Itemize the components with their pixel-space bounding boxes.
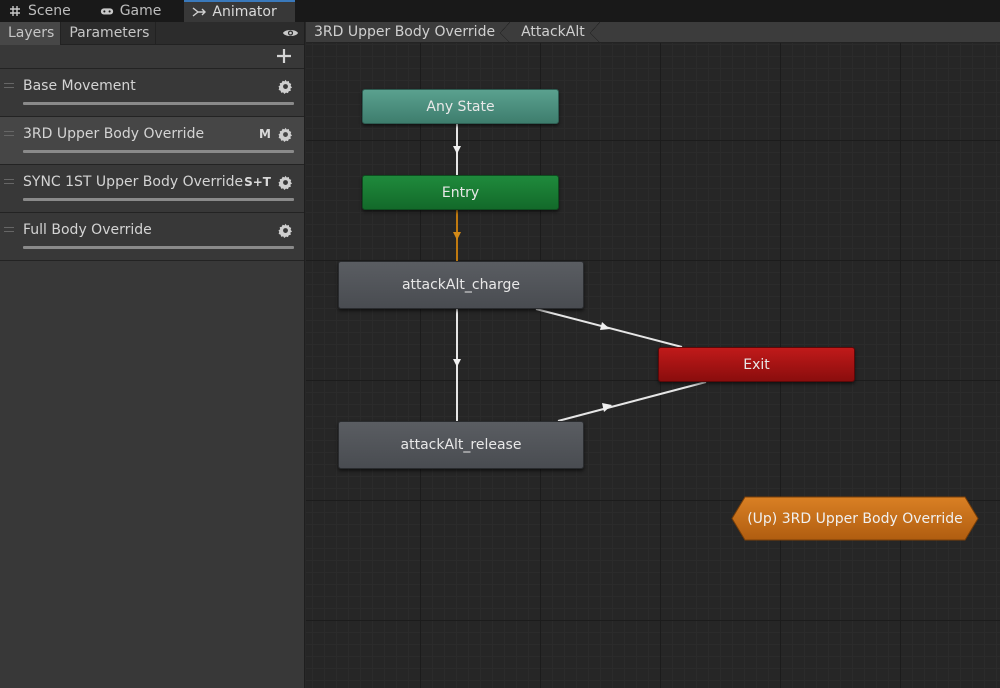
state-attackalt-release[interactable]: attackAlt_release	[338, 421, 584, 469]
state-entry[interactable]: Entry	[362, 175, 559, 210]
tab-game[interactable]: Game	[80, 0, 171, 22]
add-layer-icon[interactable]	[276, 48, 292, 64]
panel-tabs: Layers Parameters	[0, 21, 304, 45]
layer-base-movement[interactable]: Base Movement	[0, 69, 304, 117]
layer-weight-slider[interactable]	[23, 198, 294, 201]
default-transition-arrow-icon	[453, 232, 461, 240]
tab-parameters[interactable]: Parameters	[61, 21, 157, 45]
transition-arrow-icon	[600, 322, 610, 330]
state-machine-graph[interactable]: 3RD Upper Body Override AttackAlt Any St…	[306, 22, 1000, 688]
gamepad-icon	[100, 4, 114, 18]
mask-badge: M	[259, 127, 271, 141]
eye-icon[interactable]	[282, 26, 299, 40]
layer-full-body-override[interactable]: Full Body Override	[0, 213, 304, 261]
transition-charge-to-exit[interactable]	[535, 308, 683, 348]
layer-name: Base Movement	[23, 78, 136, 94]
drag-handle-icon[interactable]	[4, 179, 14, 184]
transition-arrow-icon	[453, 359, 461, 367]
animator-window: Scene Game Animator Layers Parameters Ba…	[0, 0, 1000, 688]
tab-animator-label: Animator	[212, 4, 277, 20]
layer-name: 3RD Upper Body Override	[23, 126, 205, 142]
state-exit[interactable]: Exit	[658, 347, 855, 382]
layer-weight-slider[interactable]	[23, 246, 294, 249]
tab-scene[interactable]: Scene	[0, 0, 80, 22]
tab-game-label: Game	[119, 3, 162, 19]
layer-name: SYNC 1ST Upper Body Override	[23, 174, 244, 190]
layer-weight-slider[interactable]	[23, 150, 294, 153]
grid-icon	[8, 4, 22, 18]
tab-scene-label: Scene	[28, 3, 71, 19]
drag-handle-icon[interactable]	[4, 227, 14, 232]
state-any-state[interactable]: Any State	[362, 89, 559, 124]
layer-weight-slider[interactable]	[23, 102, 294, 105]
layers-panel: Layers Parameters Base Movement 3RD Uppe…	[0, 21, 305, 688]
add-layer-row	[0, 45, 304, 69]
up-node-label: (Up) 3RD Upper Body Override	[747, 510, 963, 527]
window-tab-bar: Scene Game Animator	[0, 0, 1000, 22]
gear-icon[interactable]	[278, 127, 293, 142]
gear-icon[interactable]	[278, 223, 293, 238]
sync-badge: S+T	[244, 175, 271, 189]
drag-handle-icon[interactable]	[4, 83, 14, 88]
gear-icon[interactable]	[278, 79, 293, 94]
layer-3rd-upper-body-override[interactable]: 3RD Upper Body Override M	[0, 117, 304, 165]
state-attackalt-charge[interactable]: attackAlt_charge	[338, 261, 584, 309]
layer-name: Full Body Override	[23, 222, 152, 238]
state-machine-up-node[interactable]: (Up) 3RD Upper Body Override	[731, 496, 979, 541]
tab-layers[interactable]: Layers	[0, 21, 62, 45]
animator-icon	[192, 5, 207, 19]
drag-handle-icon[interactable]	[4, 131, 14, 136]
tab-animator[interactable]: Animator	[184, 0, 295, 22]
transition-release-to-exit[interactable]	[557, 381, 707, 422]
layer-sync-1st-upper-body-override[interactable]: SYNC 1ST Upper Body Override S+T	[0, 165, 304, 213]
transition-arrow-icon	[453, 146, 461, 154]
gear-icon[interactable]	[278, 175, 293, 190]
